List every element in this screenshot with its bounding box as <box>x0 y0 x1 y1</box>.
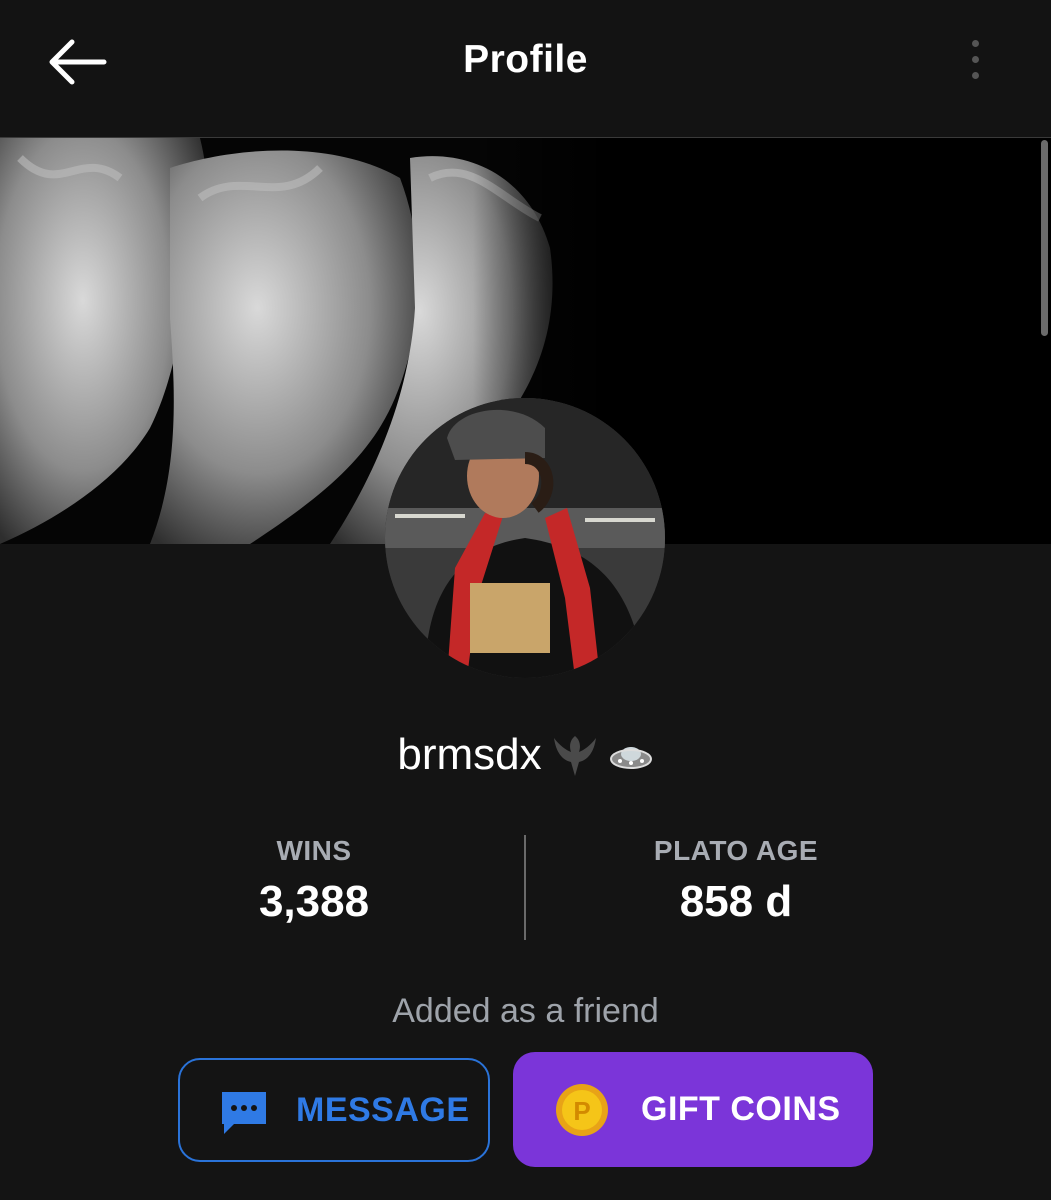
profile-photo <box>385 398 665 678</box>
stats-panel: WINS 3,388 PLATO AGE 858 d <box>0 835 1051 940</box>
wins-stat: WINS 3,388 <box>164 835 464 927</box>
message-label: MESSAGE <box>296 1090 470 1129</box>
avatar[interactable] <box>385 398 665 678</box>
plato-age-stat: PLATO AGE 858 d <box>586 835 886 927</box>
message-button[interactable]: MESSAGE <box>178 1058 490 1162</box>
friend-status: Added as a friend <box>392 992 659 1030</box>
top-bar: Profile <box>0 0 1051 138</box>
gift-coins-button[interactable]: P GIFT COINS <box>513 1052 873 1167</box>
coin-icon: P <box>556 1084 608 1136</box>
scrollbar[interactable] <box>1041 140 1048 336</box>
page-title: Profile <box>463 38 588 81</box>
more-options-button[interactable] <box>960 40 990 86</box>
svg-text:P: P <box>573 1096 590 1126</box>
chat-bubble-icon <box>222 1092 266 1134</box>
ufo-badge-icon[interactable] <box>608 732 654 778</box>
username-row: brmsdx <box>0 730 1051 780</box>
wins-value: 3,388 <box>258 877 370 926</box>
gift-coins-label: GIFT COINS <box>641 1090 841 1128</box>
more-vertical-icon <box>971 40 979 47</box>
plato-age-label: PLATO AGE <box>653 835 819 866</box>
username: brmsdx <box>397 730 542 779</box>
wins-label: WINS <box>276 835 352 866</box>
phoenix-badge-icon[interactable] <box>552 732 598 778</box>
plato-age-value: 858 d <box>679 877 793 926</box>
stats-divider <box>524 835 526 940</box>
